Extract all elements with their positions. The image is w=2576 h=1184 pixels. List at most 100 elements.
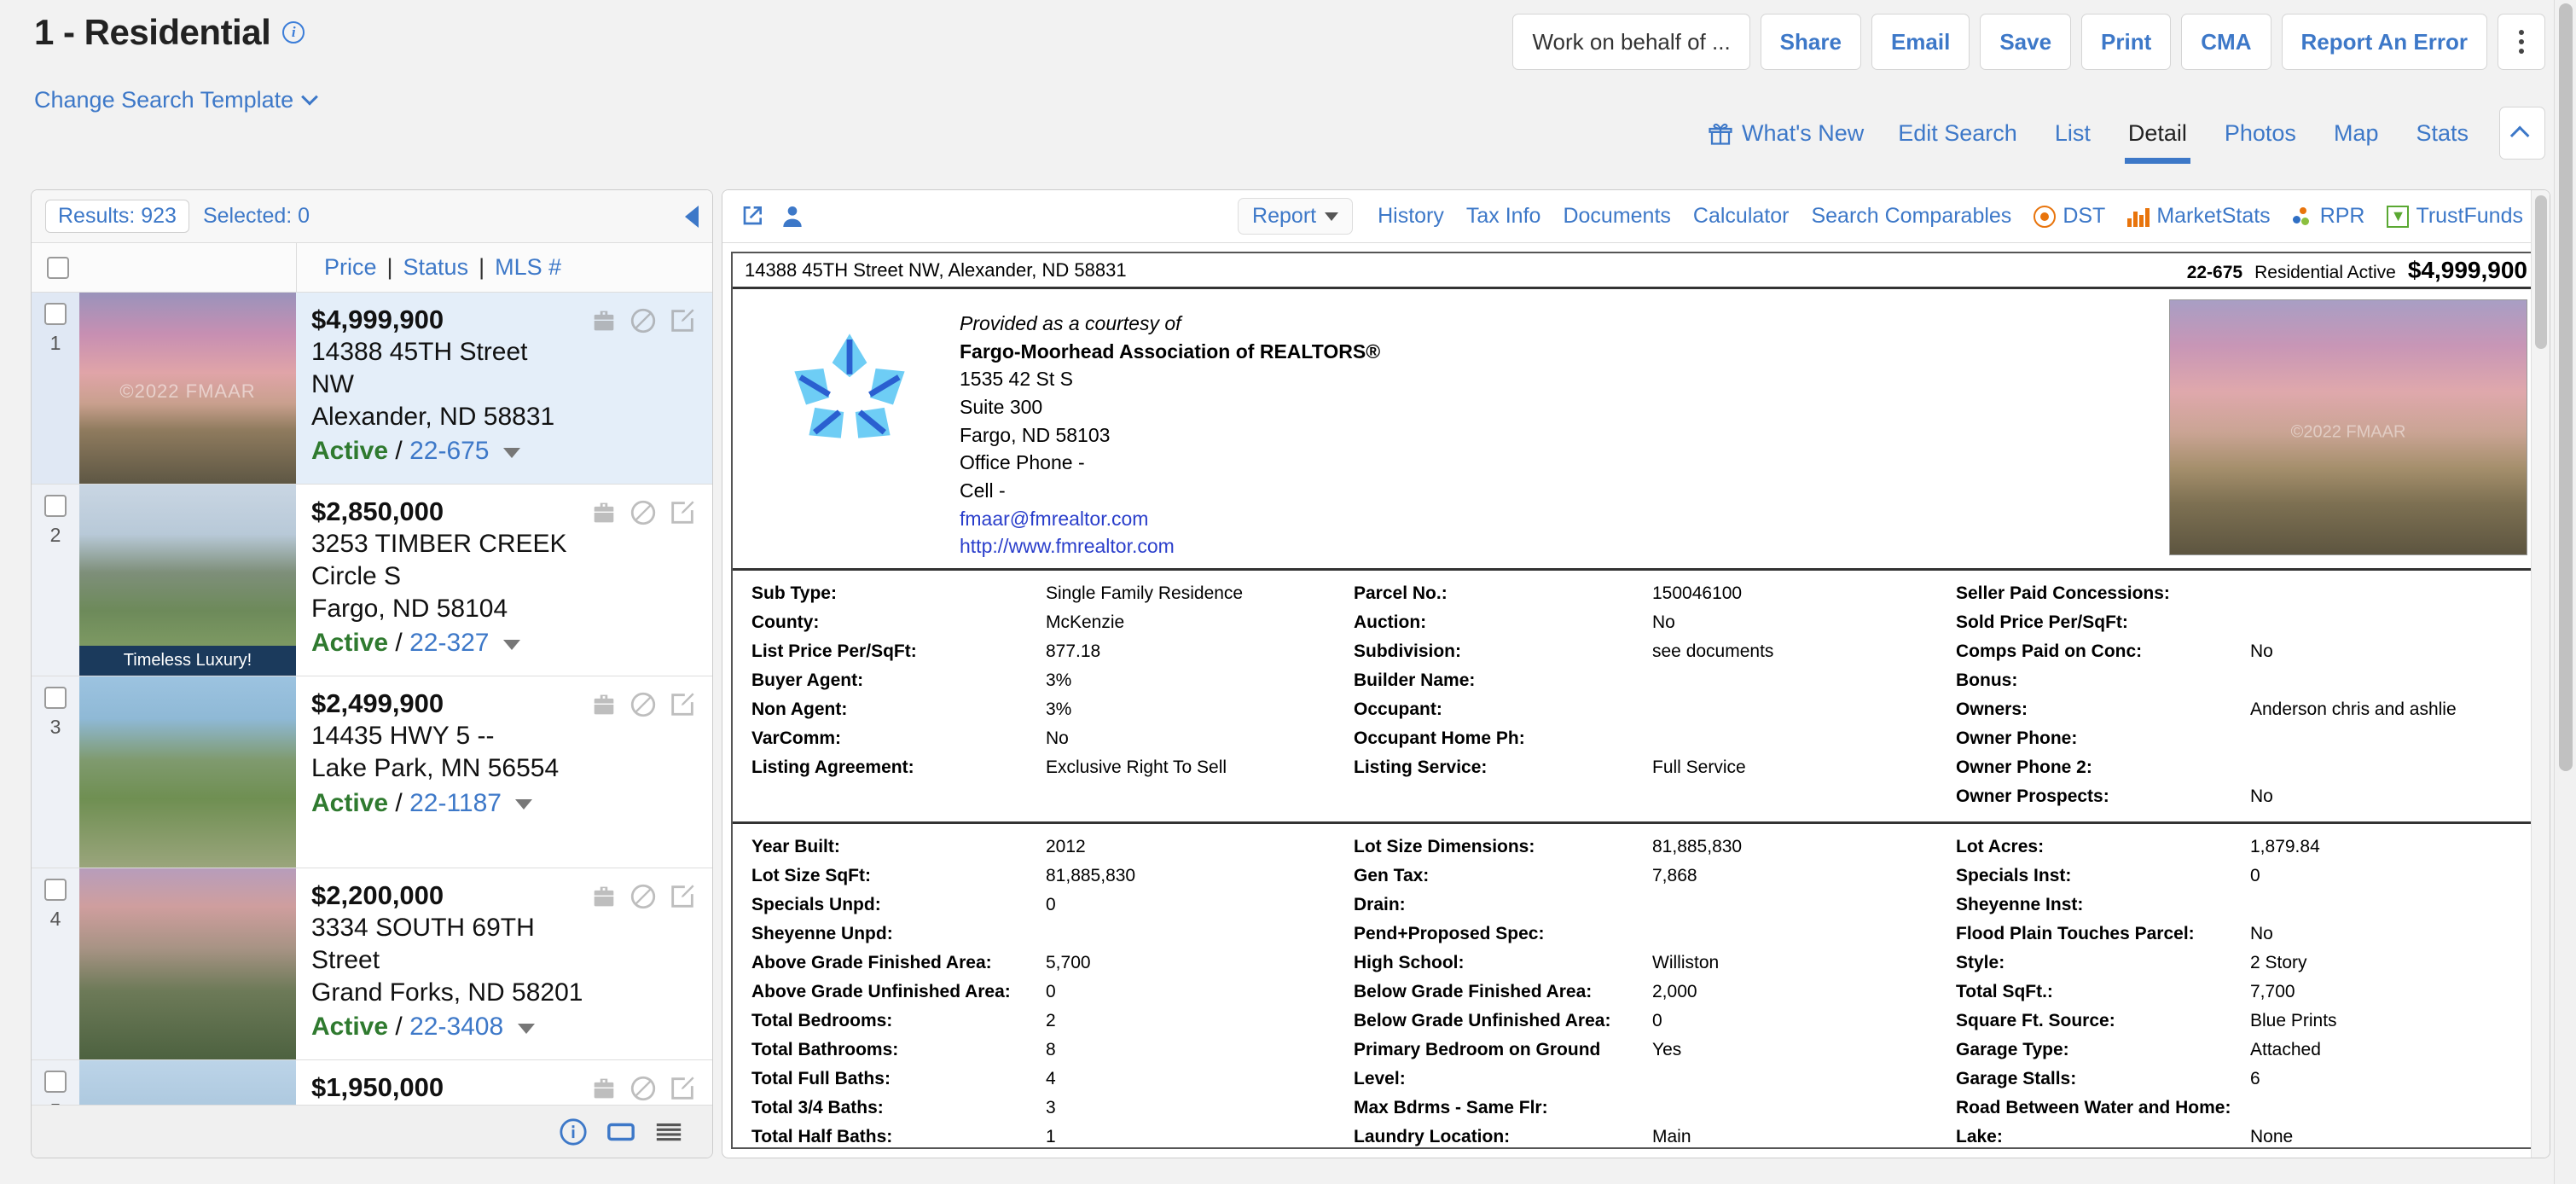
- row-checkbox[interactable]: [44, 687, 67, 709]
- results-count[interactable]: Results: 923: [45, 200, 189, 233]
- chevron-down-icon[interactable]: [517, 1023, 535, 1034]
- collapse-sidebar-icon[interactable]: [685, 205, 699, 228]
- person-icon[interactable]: [779, 203, 806, 230]
- edit-icon[interactable]: [668, 498, 697, 527]
- report-dropdown[interactable]: Report: [1238, 198, 1354, 235]
- field-garage-stalls: Garage Stalls: 6: [1956, 1065, 2539, 1094]
- change-search-template-link[interactable]: Change Search Template: [34, 87, 319, 113]
- detail-left-icons: [738, 203, 806, 230]
- field-label: Owner Prospects:: [1956, 786, 2109, 807]
- field-builder-name: Builder Name:: [1354, 666, 1937, 695]
- block-icon[interactable]: [629, 1074, 658, 1103]
- list-item[interactable]: 2 Timeless Luxury! $2,850,000 3253 TIMBE…: [32, 485, 712, 676]
- work-on-behalf-button[interactable]: Work on behalf of ...: [1512, 14, 1750, 70]
- cma-button[interactable]: CMA: [2181, 14, 2271, 70]
- info-icon[interactable]: i: [282, 21, 305, 44]
- detail-scrollbar[interactable]: [2531, 190, 2550, 1158]
- select-all-checkbox[interactable]: [47, 256, 69, 279]
- field-primary-bedroom-on-ground: Primary Bedroom on Ground Yes: [1354, 1036, 1937, 1065]
- card-view-icon[interactable]: [606, 1117, 635, 1146]
- edit-icon[interactable]: [668, 690, 697, 719]
- field-total-bedrooms: Total Bedrooms: 2: [751, 1007, 1335, 1036]
- field-label: Specials Inst:: [1956, 866, 2072, 886]
- list-item[interactable]: 5 $1,950,000 28419 220TH Street: [32, 1060, 712, 1105]
- listing-address-1: 3334 SOUTH 69TH: [311, 914, 535, 943]
- print-button[interactable]: Print: [2081, 14, 2172, 70]
- rpr-link[interactable]: RPR: [2282, 204, 2376, 229]
- marketstats-link[interactable]: MarketStats: [2116, 204, 2281, 229]
- calculator-link[interactable]: Calculator: [1682, 204, 1801, 229]
- listing-mls-link[interactable]: 22-675: [409, 437, 489, 465]
- field-sold-price-per-sqft: Sold Price Per/SqFt:: [1956, 608, 2539, 637]
- chevron-down-icon[interactable]: [502, 447, 520, 458]
- briefcase-icon[interactable]: [589, 498, 618, 527]
- chevron-down-icon[interactable]: [515, 798, 533, 810]
- listing-thumbnail[interactable]: [79, 676, 296, 868]
- field-drain: Drain:: [1354, 891, 1937, 920]
- briefcase-icon[interactable]: [589, 690, 618, 719]
- listing-hero-photo[interactable]: ©2022 FMAAR: [2169, 299, 2527, 555]
- briefcase-icon[interactable]: [589, 306, 618, 335]
- listing-thumbnail[interactable]: [79, 868, 296, 1059]
- block-icon[interactable]: [629, 690, 658, 719]
- briefcase-icon[interactable]: [589, 882, 618, 911]
- search-comparables-link[interactable]: Search Comparables: [1800, 204, 2022, 229]
- open-external-icon[interactable]: [738, 203, 765, 230]
- sort-by-price[interactable]: Price: [314, 254, 387, 281]
- block-icon[interactable]: [629, 306, 658, 335]
- briefcase-icon[interactable]: [589, 1074, 618, 1103]
- list-item[interactable]: 3 $2,499,900 14435 HWY 5 -- Lake Park, M…: [32, 676, 712, 868]
- info-view-icon[interactable]: [559, 1117, 588, 1146]
- field-value: 81,885,830: [1046, 866, 1136, 886]
- listing-mls-link[interactable]: 22-327: [409, 629, 489, 657]
- listing-mls-link[interactable]: 22-3408: [409, 1013, 503, 1041]
- listing-mls-link[interactable]: 22-1187: [409, 789, 502, 817]
- row-checkbox[interactable]: [44, 1071, 67, 1093]
- share-button[interactable]: Share: [1760, 14, 1861, 70]
- scrollbar-thumb[interactable]: [2535, 195, 2547, 349]
- nav-photos[interactable]: Photos: [2206, 109, 2315, 157]
- nav-detail[interactable]: Detail: [2109, 109, 2206, 164]
- listing-thumbnail[interactable]: ©2022 FMAAR: [79, 293, 296, 484]
- save-button[interactable]: Save: [1980, 14, 2072, 70]
- nav-edit-search[interactable]: Edit Search: [1879, 109, 2036, 157]
- edit-icon[interactable]: [668, 1074, 697, 1103]
- list-view-icon[interactable]: [654, 1117, 683, 1146]
- nav-map[interactable]: Map: [2315, 109, 2398, 157]
- documents-link[interactable]: Documents: [1552, 204, 1681, 229]
- listing-action-icons: [589, 882, 697, 911]
- dst-link[interactable]: DST: [2022, 204, 2116, 229]
- nav-stats[interactable]: Stats: [2397, 109, 2487, 157]
- collapse-header-button[interactable]: [2499, 107, 2545, 160]
- block-icon[interactable]: [629, 882, 658, 911]
- trustfunds-link[interactable]: ▼ TrustFunds: [2376, 204, 2534, 229]
- list-item[interactable]: 4 $2,200,000 3334 SOUTH 69TH Street Gran…: [32, 868, 712, 1060]
- edit-icon[interactable]: [668, 882, 697, 911]
- sort-by-mls[interactable]: MLS #: [484, 254, 571, 281]
- selected-count[interactable]: Selected: 0: [203, 204, 310, 229]
- nav-list[interactable]: List: [2036, 109, 2109, 157]
- page-scrollbar[interactable]: [2554, 0, 2576, 1184]
- list-item[interactable]: 1 ©2022 FMAAR $4,999,900 14388 45TH Stre…: [32, 293, 712, 485]
- listing-thumbnail[interactable]: Timeless Luxury!: [79, 485, 296, 676]
- edit-icon[interactable]: [668, 306, 697, 335]
- chevron-down-icon[interactable]: [502, 639, 520, 650]
- field-varcomm: VarComm: No: [751, 724, 1335, 753]
- scrollbar-thumb[interactable]: [2559, 3, 2573, 771]
- report-an-error-button[interactable]: Report An Error: [2281, 14, 2487, 70]
- results-list[interactable]: 1 ©2022 FMAAR $4,999,900 14388 45TH Stre…: [32, 293, 712, 1105]
- listing-thumbnail[interactable]: [79, 1060, 296, 1105]
- courtesy-email-link[interactable]: fmaar@fmrealtor.com: [960, 508, 1148, 530]
- tax-info-link[interactable]: Tax Info: [1455, 204, 1552, 229]
- row-checkbox[interactable]: [44, 495, 67, 517]
- whats-new-link[interactable]: What's New: [1708, 120, 1864, 147]
- sort-by-status[interactable]: Status: [393, 254, 479, 281]
- email-button[interactable]: Email: [1871, 14, 1970, 70]
- row-checkbox[interactable]: [44, 303, 67, 325]
- history-link[interactable]: History: [1366, 204, 1455, 229]
- field-high-school: High School: Williston: [1354, 949, 1937, 978]
- row-checkbox[interactable]: [44, 879, 67, 901]
- block-icon[interactable]: [629, 498, 658, 527]
- more-options-button[interactable]: [2498, 14, 2545, 70]
- courtesy-website-link[interactable]: http://www.fmrealtor.com: [960, 535, 1175, 557]
